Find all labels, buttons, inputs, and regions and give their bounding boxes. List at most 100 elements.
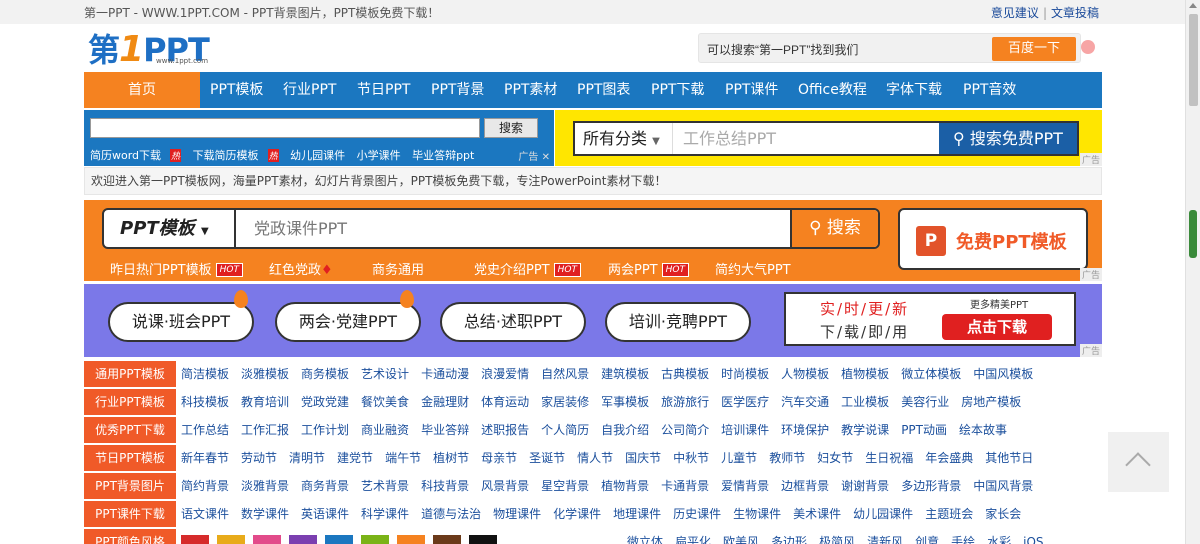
category-link[interactable]: 自我介绍 <box>601 423 649 437</box>
pill-training-competition[interactable]: 培训·竞聘PPT <box>605 302 751 342</box>
template-search-button[interactable]: ⚲ 搜索 <box>790 210 878 247</box>
category-link[interactable]: iOS <box>1023 535 1043 544</box>
category-link[interactable]: 中秋节 <box>673 451 709 465</box>
ad-link[interactable]: 简历word下载热 <box>90 149 182 162</box>
category-link[interactable]: 星空背景 <box>541 479 589 493</box>
category-link[interactable]: 情人节 <box>577 451 613 465</box>
nav-industry-ppt[interactable]: 行业PPT <box>283 72 336 108</box>
category-link[interactable]: 谢谢背景 <box>841 479 889 493</box>
nav-ppt-charts[interactable]: PPT图表 <box>577 72 630 108</box>
category-link[interactable]: 艺术背景 <box>361 479 409 493</box>
category-link[interactable]: 年会盛典 <box>925 451 973 465</box>
hot-tag[interactable]: 两会PPT HOT <box>608 259 689 278</box>
category-link[interactable]: 商务模板 <box>301 367 349 381</box>
scroll-up-arrow-icon[interactable] <box>1189 3 1197 8</box>
category-label[interactable]: PPT背景图片 <box>84 473 176 499</box>
color-swatch[interactable] <box>253 535 281 544</box>
category-link[interactable]: 风景背景 <box>481 479 529 493</box>
nav-office-tutorials[interactable]: Office教程 <box>798 72 867 108</box>
category-link[interactable]: 爱情背景 <box>721 479 769 493</box>
category-link[interactable]: 体育运动 <box>481 395 529 409</box>
header-search-input[interactable] <box>707 40 987 58</box>
nav-font-download[interactable]: 字体下载 <box>886 72 942 108</box>
category-link[interactable]: 科技模板 <box>181 395 229 409</box>
category-link[interactable]: 微立体 <box>627 535 663 544</box>
pill-two-sessions[interactable]: 两会·党建PPT <box>275 302 421 342</box>
category-link[interactable]: 生物课件 <box>733 507 781 521</box>
hot-tag[interactable]: 昨日热门PPT模板 HOT <box>110 259 243 278</box>
category-link[interactable]: 美容行业 <box>901 395 949 409</box>
category-link[interactable]: 欧美风 <box>723 535 759 544</box>
submit-article-link[interactable]: 文章投稿 <box>1051 6 1099 20</box>
nav-home[interactable]: 首页 <box>84 72 200 108</box>
category-link[interactable]: 简洁模板 <box>181 367 229 381</box>
category-link[interactable]: 建党节 <box>337 451 373 465</box>
category-link[interactable]: 手绘 <box>951 535 975 544</box>
color-swatch[interactable] <box>361 535 389 544</box>
category-select[interactable]: 所有分类 ▼ <box>575 123 673 154</box>
category-label[interactable]: PPT颜色风格 <box>84 529 176 544</box>
category-link[interactable]: 美术课件 <box>793 507 841 521</box>
category-link[interactable]: 卡通动漫 <box>421 367 469 381</box>
category-label[interactable]: PPT课件下载 <box>84 501 176 527</box>
category-link[interactable]: 创意 <box>915 535 939 544</box>
category-link[interactable]: 植物背景 <box>601 479 649 493</box>
category-link[interactable]: 劳动节 <box>241 451 277 465</box>
side-grip-handle[interactable] <box>1189 210 1197 258</box>
nav-ppt-courseware[interactable]: PPT课件 <box>725 72 778 108</box>
nav-festival-ppt[interactable]: 节日PPT <box>357 72 410 108</box>
category-link[interactable]: 化学课件 <box>553 507 601 521</box>
category-link[interactable]: 培训课件 <box>721 423 769 437</box>
category-link[interactable]: 简约背景 <box>181 479 229 493</box>
category-link[interactable]: 扁平化 <box>675 535 711 544</box>
hot-tag[interactable]: 简约大气PPT <box>715 259 791 278</box>
color-swatch[interactable] <box>289 535 317 544</box>
category-link[interactable]: 妇女节 <box>817 451 853 465</box>
category-link[interactable]: 多边形背景 <box>901 479 961 493</box>
category-link[interactable]: 餐饮美食 <box>361 395 409 409</box>
category-link[interactable]: 建筑模板 <box>601 367 649 381</box>
category-link[interactable]: 浪漫爱情 <box>481 367 529 381</box>
category-link[interactable]: 淡雅模板 <box>241 367 289 381</box>
category-link[interactable]: 工作计划 <box>301 423 349 437</box>
category-link[interactable]: 教育培训 <box>241 395 289 409</box>
free-ppt-button[interactable]: P 免费PPT模板 <box>898 208 1088 270</box>
category-link[interactable]: 党政党建 <box>301 395 349 409</box>
color-swatch[interactable] <box>181 535 209 544</box>
category-link[interactable]: 科技背景 <box>421 479 469 493</box>
category-link[interactable]: 英语课件 <box>301 507 349 521</box>
download-promo[interactable]: 实/时/更/新 下/载/即/用 更多精美PPT 点击下载 <box>784 292 1076 346</box>
color-swatch[interactable] <box>325 535 353 544</box>
category-link[interactable]: 家居装修 <box>541 395 589 409</box>
category-link[interactable]: 圣诞节 <box>529 451 565 465</box>
category-link[interactable]: 新年春节 <box>181 451 229 465</box>
category-link[interactable]: 商务背景 <box>301 479 349 493</box>
feedback-link[interactable]: 意见建议 <box>991 6 1039 20</box>
category-link[interactable]: 科学课件 <box>361 507 409 521</box>
nav-ppt-download[interactable]: PPT下载 <box>651 72 704 108</box>
hot-tag[interactable]: 红色党政♦ <box>269 259 333 278</box>
category-link[interactable]: 母亲节 <box>481 451 517 465</box>
hot-tag[interactable]: 商务通用 <box>372 259 424 278</box>
category-label[interactable]: 优秀PPT下载 <box>84 417 176 443</box>
category-link[interactable]: PPT动画 <box>901 423 947 437</box>
category-link[interactable]: 国庆节 <box>625 451 661 465</box>
category-link[interactable]: 中国风背景 <box>973 479 1033 493</box>
category-link[interactable]: 地理课件 <box>613 507 661 521</box>
category-link[interactable]: 历史课件 <box>673 507 721 521</box>
baidu-search-button[interactable]: 百度一下 <box>992 37 1076 61</box>
category-link[interactable]: 淡雅背景 <box>241 479 289 493</box>
scroll-thumb[interactable] <box>1189 14 1198 106</box>
category-link[interactable]: 生日祝福 <box>865 451 913 465</box>
category-link[interactable]: 道德与法治 <box>421 507 481 521</box>
nav-ppt-backgrounds[interactable]: PPT背景 <box>431 72 484 108</box>
category-link[interactable]: 个人简历 <box>541 423 589 437</box>
color-swatch[interactable] <box>433 535 461 544</box>
template-category-select[interactable]: PPT模板 ▼ <box>104 210 236 247</box>
category-link[interactable]: 军事模板 <box>601 395 649 409</box>
category-link[interactable]: 环境保护 <box>781 423 829 437</box>
category-link[interactable]: 端午节 <box>385 451 421 465</box>
category-link[interactable]: 主题班会 <box>925 507 973 521</box>
category-link[interactable]: 物理课件 <box>493 507 541 521</box>
ad-search-button[interactable]: 搜索 <box>484 118 538 138</box>
